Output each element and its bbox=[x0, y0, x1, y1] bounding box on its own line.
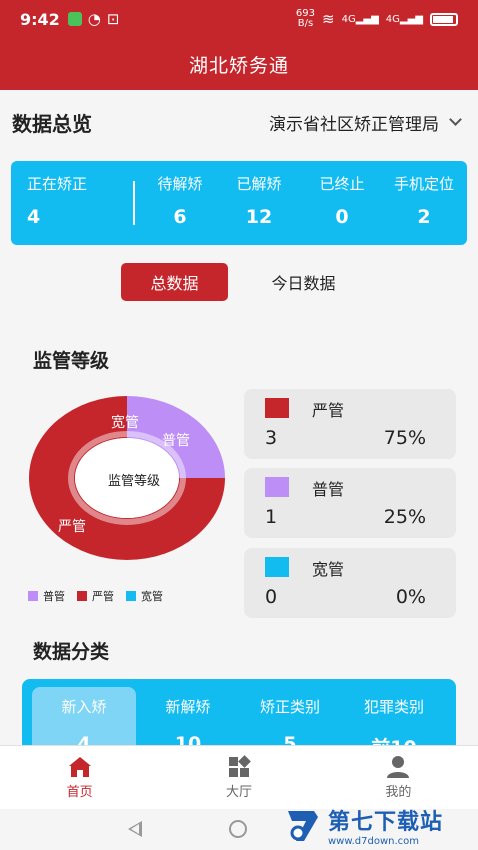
level-percent: 0% bbox=[395, 586, 426, 608]
level-card-normal[interactable]: 普管 1 25% bbox=[244, 468, 456, 538]
level-card-loose[interactable]: 宽管 0 0% bbox=[244, 548, 456, 618]
battery-icon bbox=[430, 12, 458, 26]
speed-gauge-icon: ◔ bbox=[87, 10, 101, 28]
tab-label: 我的 bbox=[385, 785, 412, 800]
net-speed-unit: B/s bbox=[297, 18, 314, 29]
stats-card: 正在矫正 4 待解矫 6 已解矫 12 已终止 0 手机定位 2 bbox=[11, 161, 467, 245]
category-label: 矫正类别 bbox=[259, 698, 320, 716]
stat-label: 已解矫 bbox=[236, 175, 282, 193]
level-count: 3 bbox=[265, 427, 278, 449]
status-bar: 9:42 ◔ ⊡ 693 B/s ≋ 4G▂▄▆ 4G▂▄▆ bbox=[0, 0, 478, 38]
signal-1: 4G▂▄▆ bbox=[341, 13, 379, 25]
grid-icon bbox=[228, 755, 251, 777]
org-selector[interactable]: 演示省社区矫正管理局 bbox=[269, 110, 466, 135]
level-name: 严管 bbox=[312, 401, 345, 420]
stat-label: 待解矫 bbox=[157, 175, 203, 193]
stat-value: 12 bbox=[245, 206, 273, 228]
overview-title: 数据总览 bbox=[12, 111, 92, 136]
classification-title: 数据分类 bbox=[33, 641, 110, 663]
watermark: 第七下载站 www.d7down.com bbox=[284, 801, 478, 850]
legend-item-loose: 宽管 bbox=[126, 588, 163, 604]
tab-hall[interactable]: 大厅 bbox=[159, 746, 318, 809]
status-time: 9:42 bbox=[20, 9, 60, 29]
stat-value: 4 bbox=[27, 206, 41, 228]
app-title: 湖北矫务通 bbox=[188, 54, 289, 77]
tab-home[interactable]: 首页 bbox=[0, 746, 159, 809]
donut-label-normal: 普管 bbox=[162, 433, 190, 449]
watermark-text: 第七下载站 www.d7down.com bbox=[328, 804, 443, 847]
nfc-icon: ⊡ bbox=[106, 10, 120, 28]
level-swatch bbox=[265, 557, 289, 577]
level-swatch bbox=[265, 398, 289, 418]
legend-swatch bbox=[28, 591, 38, 601]
stat-phone-location[interactable]: 手机定位 2 bbox=[387, 173, 461, 228]
stat-label: 手机定位 bbox=[393, 175, 454, 193]
net-speed: 693 B/s bbox=[296, 9, 315, 29]
donut-label-strict: 严管 bbox=[58, 519, 86, 535]
level-name: 普管 bbox=[312, 480, 345, 499]
status-right: 693 B/s ≋ 4G▂▄▆ 4G▂▄▆ bbox=[296, 9, 458, 29]
level-card-strict[interactable]: 严管 3 75% bbox=[244, 389, 456, 459]
home-circle-icon[interactable] bbox=[229, 820, 247, 838]
level-percent: 25% bbox=[383, 506, 426, 528]
tab-today-data[interactable]: 今日数据 bbox=[250, 263, 357, 301]
legend-item-normal: 普管 bbox=[28, 588, 65, 604]
level-count: 1 bbox=[265, 506, 278, 528]
watermark-logo-icon bbox=[288, 810, 318, 841]
chevron-down-icon bbox=[449, 113, 462, 126]
wechat-icon bbox=[67, 12, 82, 26]
legend-swatch bbox=[126, 591, 136, 601]
org-name: 演示省社区矫正管理局 bbox=[269, 114, 439, 135]
level-count: 0 bbox=[265, 586, 278, 608]
level-name: 宽管 bbox=[312, 560, 345, 579]
signal-1-label: 4G bbox=[341, 13, 356, 25]
classification-card: 新入矫 4 新解矫 10 矫正类别 5 犯罪类别 前10 bbox=[22, 679, 456, 749]
wifi-icon: ≋ bbox=[322, 10, 335, 28]
stat-value: 2 bbox=[417, 206, 431, 228]
stat-value: 0 bbox=[335, 206, 349, 228]
legend-swatch bbox=[77, 591, 87, 601]
donut-center-label: 监管等级 bbox=[107, 473, 160, 489]
tab-total-data[interactable]: 总数据 bbox=[121, 263, 228, 301]
level-percent: 75% bbox=[383, 427, 426, 449]
bottom-tab-bar: 首页 大厅 我的 bbox=[0, 745, 478, 809]
category-correction-type[interactable]: 矫正类别 5 bbox=[238, 696, 342, 749]
notification-icons: ◔ ⊡ bbox=[67, 10, 120, 28]
category-new-entry[interactable]: 新入矫 4 bbox=[32, 696, 136, 749]
home-icon bbox=[68, 757, 91, 777]
stat-divider bbox=[133, 181, 135, 225]
stat-terminated[interactable]: 已终止 0 bbox=[313, 173, 371, 228]
watermark-name: 第七下载站 bbox=[328, 810, 444, 835]
category-label: 新入矫 bbox=[61, 698, 107, 716]
user-icon bbox=[387, 756, 410, 778]
category-label: 犯罪类别 bbox=[363, 698, 424, 716]
level-swatch bbox=[265, 477, 289, 497]
tab-label: 大厅 bbox=[225, 785, 252, 800]
app-title-bar: 湖北矫务通 bbox=[0, 38, 478, 90]
chart-legend: 普管 严管 宽管 bbox=[28, 588, 163, 604]
tab-mine[interactable]: 我的 bbox=[319, 746, 478, 809]
category-label: 新解矫 bbox=[165, 698, 211, 716]
signal-2-label: 4G bbox=[385, 13, 400, 25]
legend-label: 普管 bbox=[43, 590, 65, 603]
stat-pending-release[interactable]: 待解矫 6 bbox=[151, 173, 209, 228]
category-crime-type[interactable]: 犯罪类别 前10 bbox=[342, 696, 446, 749]
category-new-release[interactable]: 新解矫 10 bbox=[136, 696, 240, 749]
donut-label-loose: 宽管 bbox=[111, 415, 139, 431]
stat-released[interactable]: 已解矫 12 bbox=[230, 173, 288, 228]
signal-2: 4G▂▄▆ bbox=[385, 13, 423, 25]
stat-label: 已终止 bbox=[319, 175, 365, 193]
stat-correcting[interactable]: 正在矫正 4 bbox=[27, 173, 87, 228]
legend-label: 宽管 bbox=[141, 590, 163, 603]
supervision-donut-chart: 监管等级 宽管 普管 严管 bbox=[22, 392, 232, 568]
back-icon[interactable] bbox=[128, 821, 142, 837]
overview-header: 数据总览 演示省社区矫正管理局 bbox=[0, 100, 478, 144]
legend-item-strict: 严管 bbox=[77, 588, 114, 604]
supervision-title: 监管等级 bbox=[33, 350, 110, 372]
tab-label: 首页 bbox=[66, 785, 93, 800]
stat-label: 正在矫正 bbox=[27, 175, 88, 193]
legend-label: 严管 bbox=[92, 590, 114, 603]
stat-value: 6 bbox=[173, 206, 187, 228]
watermark-url: www.d7down.com bbox=[328, 836, 420, 847]
